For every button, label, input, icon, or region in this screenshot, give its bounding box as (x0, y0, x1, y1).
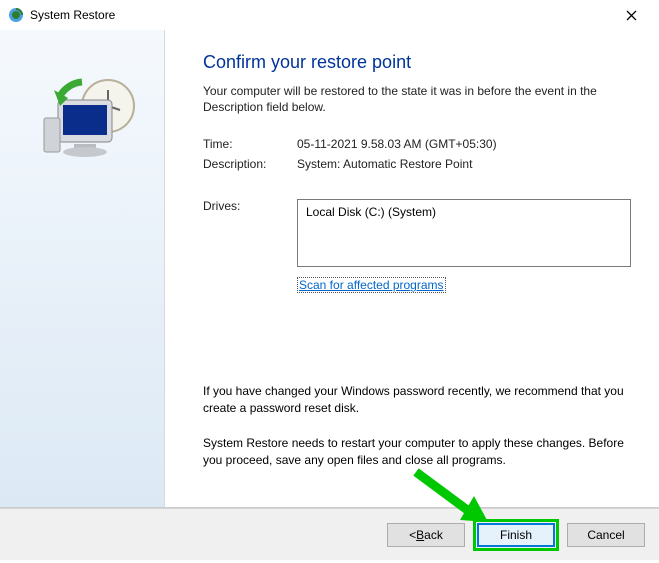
back-prefix: < (409, 528, 416, 542)
system-restore-icon (8, 7, 24, 23)
description-row: Description: System: Automatic Restore P… (203, 157, 631, 171)
close-icon (626, 10, 637, 21)
titlebar: System Restore (0, 0, 659, 30)
time-label: Time: (203, 137, 297, 151)
drives-row: Drives: Local Disk (C:) (System) (203, 199, 631, 267)
description-label: Description: (203, 157, 297, 171)
page-subtext: Your computer will be restored to the st… (203, 83, 631, 115)
wizard-footer: < Back Finish Cancel (0, 508, 659, 560)
back-rest: ack (424, 528, 443, 542)
finish-button[interactable]: Finish (477, 523, 555, 547)
window-title: System Restore (30, 8, 611, 22)
main-panel: Confirm your restore point Your computer… (165, 30, 659, 507)
restart-warning-text: System Restore needs to restart your com… (203, 435, 631, 469)
scan-affected-programs-link[interactable]: Scan for affected programs (297, 277, 446, 293)
content-area: Confirm your restore point Your computer… (0, 30, 659, 508)
back-accel: B (416, 528, 424, 542)
password-warning-text: If you have changed your Windows passwor… (203, 383, 631, 417)
drives-list[interactable]: Local Disk (C:) (System) (297, 199, 631, 267)
close-button[interactable] (611, 1, 651, 29)
cancel-button[interactable]: Cancel (567, 523, 645, 547)
drives-label: Drives: (203, 199, 297, 267)
time-value: 05-11-2021 9.58.03 AM (GMT+05:30) (297, 137, 631, 151)
time-row: Time: 05-11-2021 9.58.03 AM (GMT+05:30) (203, 137, 631, 151)
page-heading: Confirm your restore point (203, 52, 631, 73)
finish-highlight: Finish (473, 519, 559, 551)
drives-item: Local Disk (C:) (System) (306, 205, 622, 219)
description-value: System: Automatic Restore Point (297, 157, 631, 171)
wizard-sidebar (0, 30, 165, 507)
back-button[interactable]: < Back (387, 523, 465, 547)
restore-graphic-icon (30, 70, 140, 183)
